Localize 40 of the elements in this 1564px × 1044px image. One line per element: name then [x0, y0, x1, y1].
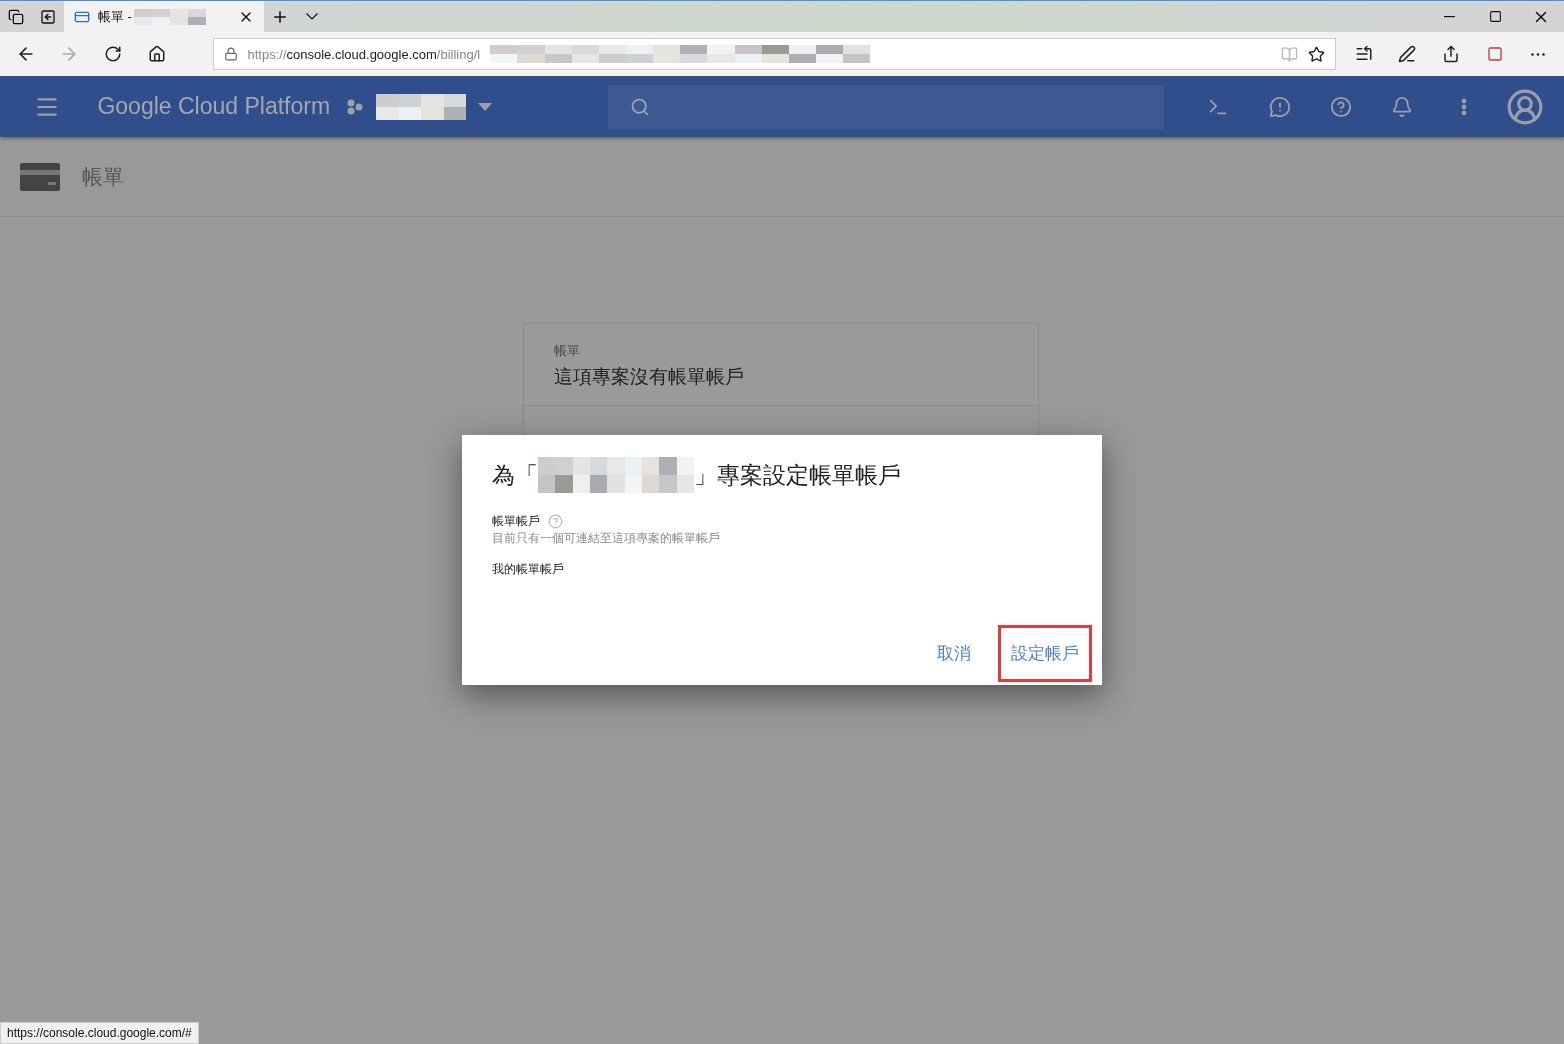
dropdown-icon	[478, 102, 493, 111]
dialog-button[interactable]: 設定帳戶	[1007, 634, 1083, 673]
tab-title: 帳單 -	[98, 7, 132, 26]
help-icon	[548, 514, 563, 529]
avatar-icon	[1506, 87, 1545, 126]
address-bar[interactable]: https://console.cloud.google.com/billing/l	[212, 38, 1336, 70]
card-text: 這項專案沒有帳單帳戶	[553, 365, 745, 389]
search-field[interactable]	[607, 84, 1164, 129]
lock-icon	[223, 47, 238, 61]
page-title: 帳單	[82, 163, 124, 190]
field-label: 帳單帳戶	[492, 513, 540, 530]
logo: Google Cloud Platform	[97, 93, 331, 120]
feedback-icon	[1268, 95, 1291, 118]
more-icon	[1531, 52, 1546, 56]
status-url: https://console.cloud.google.com/#	[0, 1022, 199, 1044]
browser-tab[interactable]: 帳單 -	[64, 1, 264, 32]
field-hint: 目前只有一個可連結至這項專案的帳單帳戶	[492, 530, 721, 547]
more-icon	[1460, 97, 1467, 116]
search-icon	[629, 96, 650, 117]
minimize-icon	[1443, 15, 1455, 18]
dialog-title: 為「	[492, 460, 538, 490]
set-aside-icon	[40, 8, 56, 25]
bell-icon	[1391, 95, 1414, 118]
maximize-icon	[1488, 10, 1502, 23]
book-icon	[1280, 45, 1298, 63]
dialog-title: 」專案設定帳單帳戶	[694, 460, 901, 490]
windows-icon	[8, 8, 24, 25]
dots-icon	[346, 97, 365, 116]
url-text: https://console.cloud.google.com/billing/l	[247, 46, 481, 62]
refresh-icon	[104, 45, 123, 63]
card-label: 帳單	[553, 342, 581, 360]
help-icon	[1330, 95, 1353, 118]
account-value: 我的帳單帳戶	[492, 561, 565, 578]
pen-icon	[1398, 45, 1417, 63]
share-icon	[1442, 45, 1460, 63]
dialog-button[interactable]: 取消	[933, 634, 975, 673]
credit-card-icon	[20, 162, 60, 191]
star-icon	[1307, 45, 1325, 63]
home-icon	[147, 45, 166, 63]
chevron-down-icon	[306, 13, 318, 20]
